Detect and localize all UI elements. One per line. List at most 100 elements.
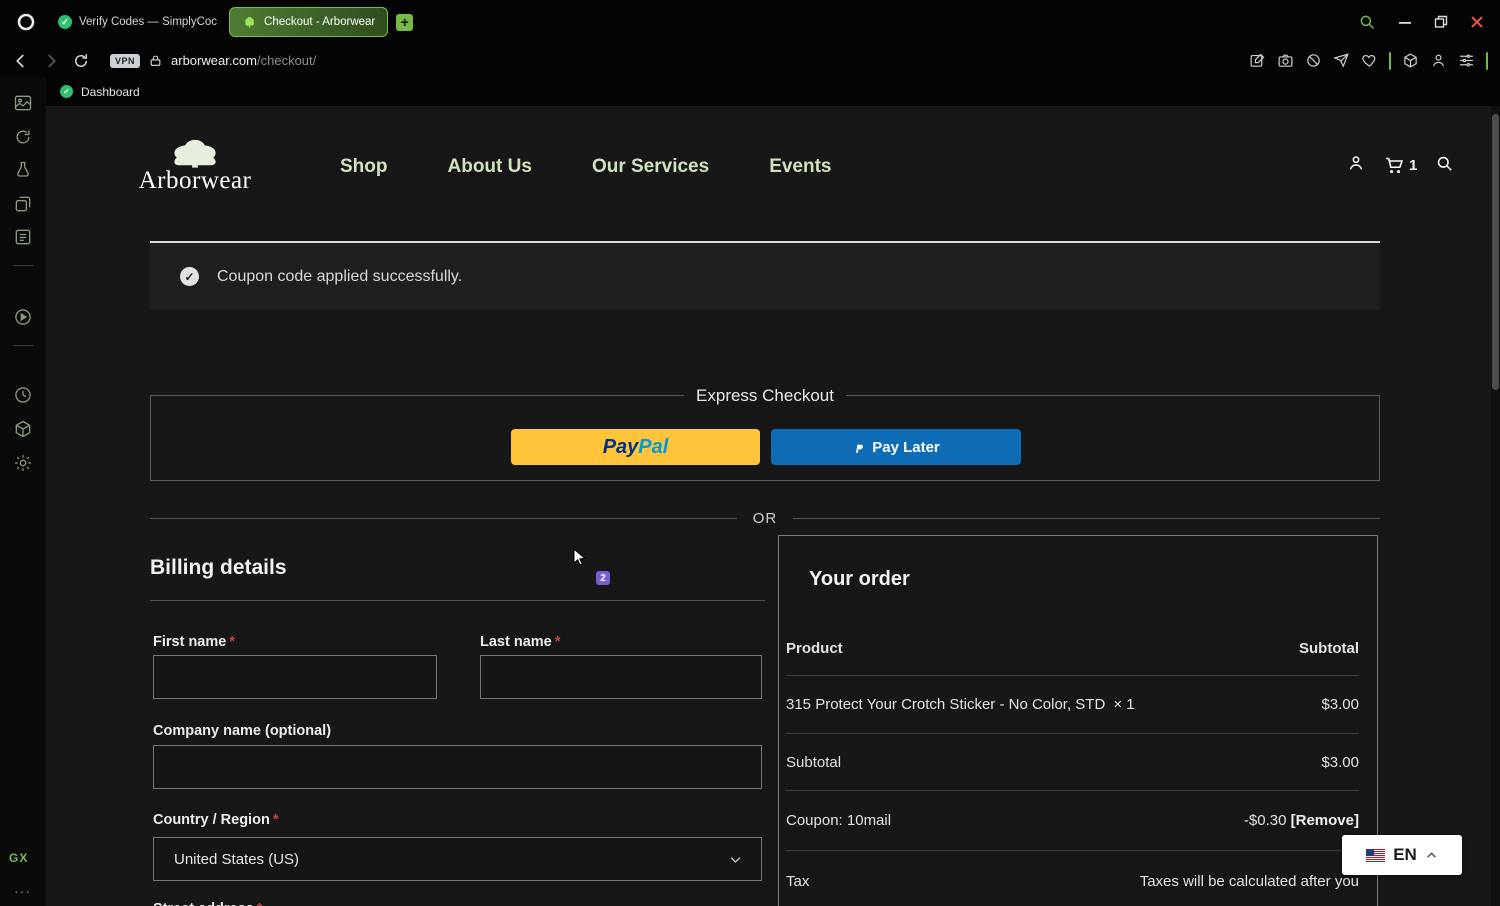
extensions-cube-icon[interactable] bbox=[1402, 52, 1419, 69]
paypal-wordmark: Pal bbox=[638, 435, 669, 458]
coupon-value: -$0.30 bbox=[1243, 812, 1287, 829]
address-toolbar bbox=[1249, 51, 1488, 70]
player-icon[interactable] bbox=[13, 307, 33, 327]
nav-events[interactable]: Events bbox=[769, 156, 831, 178]
col-subtotal: Subtotal bbox=[1299, 639, 1359, 657]
send-flow-icon[interactable] bbox=[1333, 52, 1350, 69]
checkout-page: Arborwear Shop About Us Our Services Eve… bbox=[46, 106, 1500, 906]
pay-later-label: Pay Later bbox=[872, 438, 940, 456]
country-select[interactable]: United States (US) bbox=[153, 837, 762, 881]
sidebar-divider bbox=[13, 265, 33, 266]
edit-note-icon[interactable] bbox=[1249, 52, 1266, 69]
reload-button[interactable] bbox=[72, 52, 90, 70]
cart-button[interactable]: 1 bbox=[1384, 156, 1417, 176]
order-coupon-row: Coupon: 10mail -$0.30 [Remove] bbox=[786, 791, 1359, 851]
panel-settings-icon[interactable] bbox=[1458, 52, 1475, 69]
or-divider: OR bbox=[150, 510, 1380, 527]
content-column: ✓ Dashboard Arborwear Shop About Us Our … bbox=[46, 77, 1500, 906]
subtotal-value: $3.00 bbox=[1321, 753, 1359, 771]
opera-gx-logo-icon[interactable] bbox=[14, 10, 38, 34]
gx-corner-icon[interactable] bbox=[13, 127, 33, 147]
booster-flask-icon[interactable] bbox=[13, 160, 33, 180]
order-subtotal-row: Subtotal $3.00 bbox=[786, 734, 1359, 791]
tab-search-icon[interactable] bbox=[1358, 13, 1376, 31]
blocker-icon[interactable] bbox=[1305, 52, 1322, 69]
last-name-input[interactable] bbox=[480, 655, 762, 699]
dashboard-favicon-icon: ✓ bbox=[60, 85, 73, 98]
snapshot-camera-icon[interactable] bbox=[1277, 52, 1294, 69]
item-qty: × 1 bbox=[1113, 696, 1135, 713]
gx-logo-label[interactable]: GX bbox=[9, 851, 28, 865]
divider-line bbox=[793, 518, 1380, 519]
favorites-heart-icon[interactable] bbox=[1361, 52, 1378, 69]
item-price: $3.00 bbox=[1321, 696, 1359, 713]
pay-later-button[interactable]: Pay Later bbox=[771, 429, 1021, 465]
order-title: Your order bbox=[809, 568, 910, 590]
simplycodes-favicon-icon: ✓ bbox=[58, 15, 72, 29]
tax-note: Taxes will be calculated after you bbox=[1139, 872, 1359, 890]
nav-about-us[interactable]: About Us bbox=[448, 156, 532, 178]
nav-our-services[interactable]: Our Services bbox=[592, 156, 709, 178]
url-field[interactable]: VPN arborwear.com/checkout/ bbox=[110, 53, 1237, 68]
language-switcher[interactable]: EN bbox=[1342, 835, 1462, 875]
autofill-badge[interactable]: 2 bbox=[596, 571, 610, 585]
vpn-badge[interactable]: VPN bbox=[110, 53, 141, 68]
extensions-icon[interactable] bbox=[13, 419, 33, 439]
scrollbar-thumb[interactable] bbox=[1492, 114, 1499, 390]
back-button[interactable] bbox=[12, 52, 30, 70]
paypal-button[interactable]: Pay Pal bbox=[511, 429, 760, 465]
tab-islands-icon[interactable] bbox=[13, 194, 33, 214]
nav-shop[interactable]: Shop bbox=[340, 156, 388, 178]
billing-rule bbox=[150, 600, 765, 601]
chevron-up-icon bbox=[1427, 851, 1436, 858]
minimize-button[interactable] bbox=[1398, 15, 1412, 29]
paypal-p-icon bbox=[856, 444, 864, 453]
tab-bar: ✓ Verify Codes — SimplyCoc Checkout - Ar… bbox=[0, 0, 1500, 44]
last-name-label: Last name * bbox=[480, 634, 561, 650]
first-name-label: First name * bbox=[153, 634, 235, 650]
main-row: GX ··· ✓ Dashboard Arborwear Shop About … bbox=[0, 77, 1500, 906]
col-product: Product bbox=[786, 639, 843, 657]
profile-icon[interactable] bbox=[1430, 52, 1447, 69]
site-logo[interactable]: Arborwear bbox=[120, 138, 270, 195]
browser-window: ✓ Verify Codes — SimplyCoc Checkout - Ar… bbox=[0, 0, 1500, 906]
cart-icon bbox=[1386, 157, 1404, 173]
coupon-notice: ✓ Coupon code applied successfully. bbox=[150, 241, 1380, 310]
close-button[interactable] bbox=[1470, 15, 1484, 29]
mouse-cursor bbox=[573, 547, 587, 566]
toolbar-separator bbox=[1486, 51, 1488, 70]
us-flag-icon bbox=[1366, 848, 1386, 862]
site-logo-text: Arborwear bbox=[138, 167, 252, 194]
cart-count: 1 bbox=[1409, 157, 1418, 174]
express-checkout-title: Express Checkout bbox=[684, 386, 846, 406]
chevron-down-icon bbox=[730, 856, 741, 863]
first-name-input[interactable] bbox=[153, 655, 437, 699]
company-input[interactable] bbox=[153, 745, 762, 789]
order-table: Product Subtotal 315 Protect Your Crotch… bbox=[786, 621, 1359, 906]
forward-button[interactable] bbox=[42, 52, 60, 70]
new-tab-button[interactable]: + bbox=[396, 13, 414, 31]
toolbar-separator bbox=[1389, 51, 1391, 70]
billing-details-title: Billing details bbox=[150, 556, 287, 579]
tab-verify-codes[interactable]: ✓ Verify Codes — SimplyCoc bbox=[46, 7, 229, 37]
order-tax-row: Tax Taxes will be calculated after you bbox=[786, 851, 1359, 906]
speed-dial-icon[interactable] bbox=[13, 93, 33, 113]
order-header-row: Product Subtotal bbox=[786, 621, 1359, 676]
street-address-label: Street address* bbox=[153, 901, 262, 906]
tab-checkout-arborwear[interactable]: Checkout - Arborwear bbox=[229, 7, 389, 37]
playlist-icon[interactable] bbox=[13, 227, 33, 247]
account-icon[interactable] bbox=[1346, 153, 1366, 178]
order-item-row: 315 Protect Your Crotch Sticker - No Col… bbox=[786, 676, 1359, 734]
language-code: EN bbox=[1393, 845, 1417, 864]
success-check-icon: ✓ bbox=[180, 267, 199, 286]
history-clock-icon[interactable] bbox=[13, 385, 33, 405]
site-search-icon[interactable] bbox=[1435, 154, 1454, 178]
coupon-remove-link[interactable]: [Remove] bbox=[1291, 812, 1359, 829]
item-name: 315 Protect Your Crotch Sticker - No Col… bbox=[786, 696, 1106, 713]
bookmark-dashboard[interactable]: Dashboard bbox=[81, 85, 140, 99]
settings-gear-icon[interactable] bbox=[13, 453, 33, 473]
sidebar-more-button[interactable]: ··· bbox=[14, 883, 31, 899]
tax-label: Tax bbox=[786, 872, 810, 890]
restore-button[interactable] bbox=[1434, 15, 1448, 29]
order-summary-box: Your order Product Subtotal 315 Protect … bbox=[778, 535, 1378, 906]
